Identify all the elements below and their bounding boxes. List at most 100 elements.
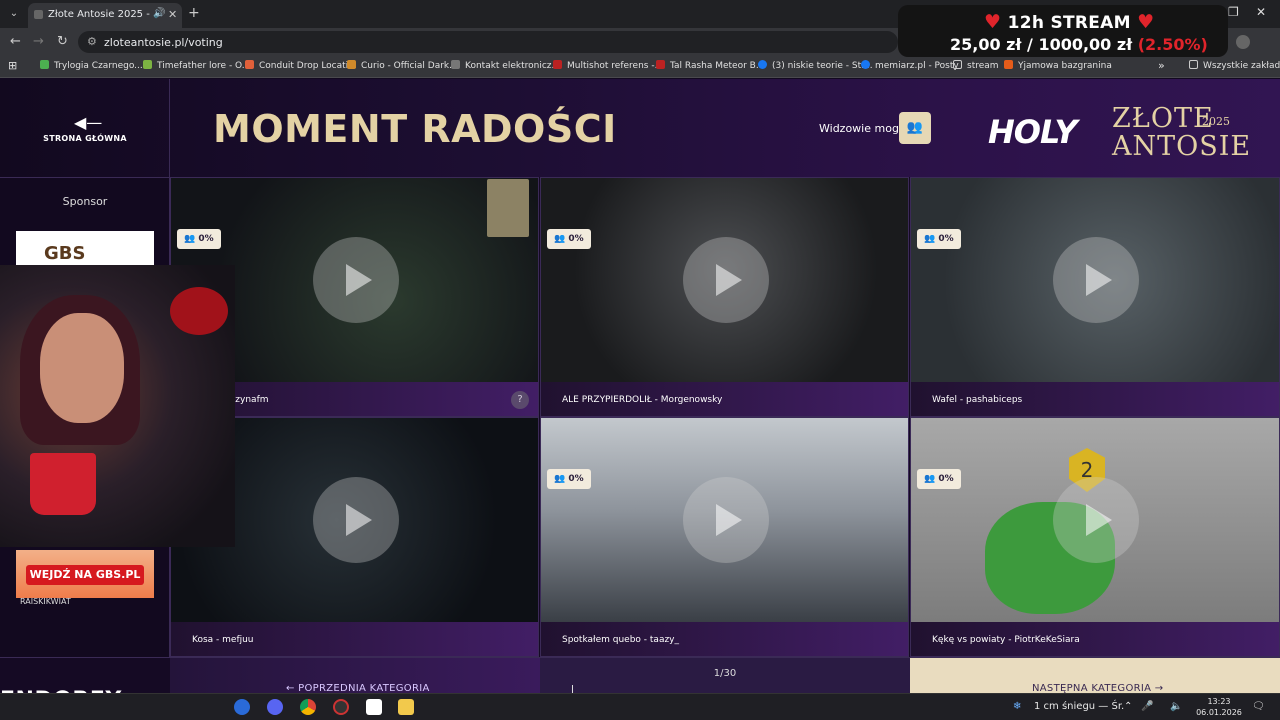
app-icon[interactable] [234,699,250,715]
bookmark-item[interactable]: Conduit Drop Locati... [245,60,357,71]
vote-percent-badge: 👥 0% [547,469,591,489]
speaker-icon[interactable]: 🔊 [153,8,165,19]
speaker-icon[interactable]: 🔈 [1170,701,1182,712]
sponsor-cta-ad[interactable]: WEJDŹ NA GBS.PL [16,550,154,598]
video-thumbnail[interactable] [911,178,1279,382]
maximize-icon[interactable]: ❐ [1228,5,1239,19]
microphone-icon[interactable]: 🎤 [1141,701,1153,712]
chrome-icon[interactable] [300,699,316,715]
vote-percent-badge: 👥 0% [547,229,591,249]
weather-text[interactable]: 1 cm śniegu — Śr. [1034,701,1124,712]
play-icon[interactable] [683,237,769,323]
apps-grid-icon[interactable]: ⊞ [8,59,17,72]
viewers-group-button[interactable]: 👥 [899,112,931,144]
bookmark-item[interactable]: memiarz.pl - Posty [861,60,959,71]
discord-icon[interactable] [267,699,283,715]
folder-icon[interactable] [398,699,414,715]
streamer-avatar [487,179,529,237]
close-window-icon[interactable]: ✕ [1256,5,1266,19]
video-thumbnail[interactable] [541,418,908,622]
help-icon[interactable]: ? [511,391,529,409]
heart-icon: ♥ [1137,11,1155,33]
reload-icon[interactable]: ↻ [57,34,68,49]
system-clock[interactable]: 13:23 06.01.2026 [1196,696,1242,718]
tab-title: Złote Antosie 2025 - Najwię [48,9,152,20]
vote-percent-badge: 👥 0% [917,469,961,489]
home-label: STRONA GŁÓWNA [43,134,127,143]
next-category-button[interactable]: NASTĘPNA KATEGORIA → [910,658,1280,693]
site-favicon-icon [34,10,43,19]
stream-goal-progress: 25,00 zł / 1000,00 zł (2.50%) [950,35,1208,54]
play-icon[interactable] [313,237,399,323]
bookmark-item[interactable]: Timefather lore - O... [143,60,250,71]
weather-icon[interactable]: ❄ [1013,701,1021,712]
vote-percent-badge: 👥 0% [917,229,961,249]
bookmarks-bar: ⊞ Trylogia Czarnego... Timefather lore -… [0,56,1280,78]
all-bookmarks-folder[interactable]: Wszystkie zakładki [1189,60,1280,71]
progress-marker [572,685,573,693]
previous-category-button[interactable]: ← POPRZEDNIA KATEGORIA [170,658,540,693]
nominee-title: Wafel - pashabiceps [911,382,1279,416]
notifications-icon[interactable]: 🗨 [1252,701,1265,712]
arrow-right-icon: → [1151,683,1164,693]
nominee-card[interactable]: 2 👥 0% Kękę vs powiaty - PiotrKeKeSiara [910,417,1280,657]
video-thumbnail[interactable] [541,178,908,382]
stream-goal-title: ♥ 12h STREAM ♥ [984,11,1155,33]
bookmark-folder[interactable]: stream [953,60,999,71]
new-tab-button[interactable]: + [188,5,200,21]
bookmark-item[interactable]: Kontakt elektronicz... [451,60,560,71]
more-bookmarks-icon[interactable]: » [1158,59,1165,72]
forward-icon[interactable]: → [33,34,44,49]
arrow-left-icon: ← [286,683,299,693]
bookmark-item[interactable]: Curio - Official Dark... [347,60,458,71]
bookmark-item[interactable]: Multishot referens -... [553,60,663,71]
vote-percent-badge: 👥 0% [177,229,221,249]
red-mug [30,453,96,515]
viewers-label: Widzowie mogą [819,122,906,135]
nominee-title: ALE PRZYPIERDOLIŁ - Morgenowsky [541,382,908,416]
obs-icon[interactable] [333,699,349,715]
nominee-card[interactable]: 👥 0% Spotkałem quebo - taazy_ [540,417,909,657]
close-tab-icon[interactable]: ✕ [168,8,177,21]
play-icon[interactable] [1053,477,1139,563]
bookmark-item[interactable]: (3) niskie teorie - Str... [758,60,873,71]
tab-list-button[interactable]: ⌄ [5,5,23,23]
bookmark-item[interactable]: Tal Rasha Meteor B... [656,60,764,71]
bookmark-item[interactable]: Trylogia Czarnego... [40,60,143,71]
category-navigation: ← POPRZEDNIA KATEGORIA 1/30 NASTĘPNA KAT… [0,657,1280,693]
video-thumbnail[interactable]: 2 [911,418,1279,622]
sponsor-cta-button[interactable]: WEJDŹ NA GBS.PL [26,565,144,585]
profile-avatar[interactable] [1236,35,1250,49]
back-arrow-icon: ◀— [74,113,103,132]
home-link[interactable]: ◀— STRONA GŁÓWNA [0,79,170,177]
stream-goal-overlay: ♥ 12h STREAM ♥ 25,00 zł / 1000,00 zł (2.… [898,5,1228,57]
page-header: ◀— STRONA GŁÓWNA MOMENT RADOŚCI Widzowie… [0,79,1280,177]
bookmark-item[interactable]: Yjamowa bazgranina [1004,60,1112,71]
webcam-overlay [0,265,235,547]
nominee-card[interactable]: 👥 0% ALE PRZYPIERDOLIŁ - Morgenowsky [540,177,909,417]
heart-icon: ♥ [984,11,1002,33]
app-icon[interactable] [366,699,382,715]
page-indicator: 1/30 [713,668,737,679]
address-url: zloteantosie.pl/voting [104,36,223,49]
sponsor-label: Sponsor [62,195,108,208]
play-icon[interactable] [1053,237,1139,323]
back-icon[interactable]: ← [10,34,21,49]
play-icon[interactable] [313,477,399,563]
tray-chevron-icon[interactable]: ⌃ [1124,701,1132,712]
nominee-title: Kosa - mefjuu [171,622,538,656]
address-bar[interactable]: ⚙ zloteantosie.pl/voting [78,31,898,53]
windows-taskbar: ❄ 1 cm śniegu — Śr. ⌃ 🎤 🔈 13:23 06.01.20… [0,693,1280,720]
category-title: MOMENT RADOŚCI [213,107,617,151]
browser-tab-active[interactable]: Złote Antosie 2025 - Najwię 🔊 ✕ [28,3,182,28]
background-light [170,287,228,335]
site-info-icon[interactable]: ⚙ [87,35,97,48]
nominee-title: Spotkałem quebo - taazy_ [541,622,908,656]
event-logo: HOLY ZŁOTE ANTOSIE 2025 [988,103,1252,162]
nominee-card[interactable]: 👥 0% Wafel - pashabiceps [910,177,1280,417]
category-pager: 1/30 [540,658,910,693]
streamer-face [40,313,124,423]
group-icon: 👥 [906,120,924,135]
play-icon[interactable] [683,477,769,563]
stream-user-label: RAISKIKWIAT [20,597,71,606]
